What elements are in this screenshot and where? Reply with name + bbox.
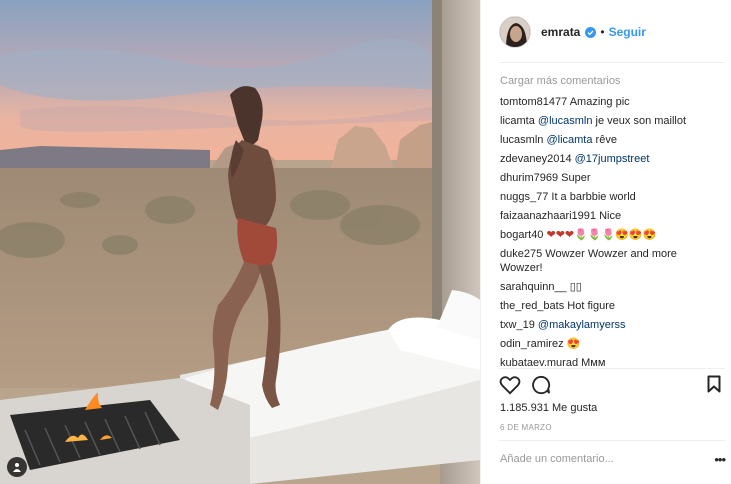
like-count[interactable]: 1.185.931 Me gusta — [500, 402, 597, 414]
comment-text: It a barbbie world — [551, 191, 636, 203]
divider — [499, 440, 725, 441]
post-header: emrata • Seguir — [499, 15, 721, 49]
comment-item: tomtom81477 Amazing pic — [500, 95, 718, 109]
bookmark-icon[interactable] — [707, 375, 721, 398]
comment-item: duke275 Wowzer Wowzer and more Wowzer! — [500, 247, 718, 275]
comment-icon[interactable] — [531, 375, 551, 400]
comment-item: dhurim7969 Super — [500, 171, 718, 185]
more-options-button[interactable]: ••• — [714, 452, 726, 467]
follow-button[interactable]: Seguir — [609, 25, 646, 39]
comment-item: sarahquinn__ ▯▯ — [500, 280, 718, 294]
post-date: 6 DE MARZO — [500, 423, 552, 432]
comment-username[interactable]: tomtom81477 — [500, 96, 567, 108]
comment-mention[interactable]: @licamta — [546, 134, 592, 146]
action-bar — [499, 375, 723, 397]
comment-text: Super — [561, 172, 591, 184]
comment-username[interactable]: the_red_bats — [500, 300, 564, 312]
comment-text: ❤❤❤🌷🌷🌷😍😍😍 — [546, 229, 657, 241]
avatar[interactable] — [499, 16, 531, 48]
comment-text: je veux son maillot — [595, 115, 687, 127]
divider — [499, 62, 725, 63]
add-comment-input[interactable]: Añade un comentario... — [500, 453, 614, 465]
comment-username[interactable]: faizaanazhaari1991 — [500, 210, 596, 222]
comment-item: licamta @lucasmln je veux son maillot — [500, 114, 718, 128]
comment-item: txw_19 @makaylamyerss — [500, 318, 718, 332]
comment-mention[interactable]: @17jumpstreet — [575, 153, 650, 165]
comment-list: tomtom81477 Amazing pic licamta @lucasml… — [500, 95, 718, 375]
comment-text: Amazing pic — [569, 96, 630, 108]
comment-mention[interactable]: @lucasmln — [538, 115, 593, 127]
comment-username[interactable]: odin_ramirez — [500, 338, 564, 350]
comment-username[interactable]: lucasmln — [500, 134, 543, 146]
photo-scene — [0, 0, 480, 484]
comment-item: bogart40 ❤❤❤🌷🌷🌷😍😍😍 — [500, 228, 718, 242]
comment-text: Hot figure — [567, 300, 615, 312]
username[interactable]: emrata — [541, 25, 580, 39]
comment-text: 😍 — [566, 338, 581, 350]
comment-item: nuggs_77 It a barbbie world — [500, 190, 718, 204]
comment-mention[interactable]: @makaylamyerss — [538, 319, 626, 331]
comment-username[interactable]: sarahquinn__ — [500, 281, 567, 293]
comment-item: lucasmln @licamta rêve — [500, 133, 718, 147]
comment-item: zdevaney2014 @17jumpstreet — [500, 152, 718, 166]
comment-username[interactable]: txw_19 — [500, 319, 535, 331]
separator-dot: • — [600, 25, 605, 39]
comment-text: rêve — [595, 134, 617, 146]
comment-username[interactable]: licamta — [500, 115, 535, 127]
comment-text: ▯▯ — [569, 281, 582, 293]
comment-username[interactable]: zdevaney2014 — [500, 153, 572, 165]
comment-username[interactable]: duke275 — [500, 248, 542, 260]
heart-icon[interactable] — [499, 375, 521, 400]
comment-item: faizaanazhaari1991 Nice — [500, 209, 718, 223]
comment-username[interactable]: dhurim7969 — [500, 172, 558, 184]
load-more-comments-link[interactable]: Cargar más comentarios — [500, 75, 620, 87]
divider — [499, 368, 725, 369]
post-photo[interactable] — [0, 0, 480, 484]
comment-username[interactable]: nuggs_77 — [500, 191, 548, 203]
verified-badge-icon — [585, 26, 597, 38]
comment-username[interactable]: bogart40 — [500, 229, 543, 241]
comment-item: odin_ramirez 😍 — [500, 337, 718, 351]
comment-text: Nice — [599, 210, 622, 222]
comments-panel: emrata • Seguir Cargar más comentarios t… — [480, 0, 731, 484]
user-tag-icon[interactable] — [7, 457, 27, 477]
comment-item: the_red_bats Hot figure — [500, 299, 718, 313]
